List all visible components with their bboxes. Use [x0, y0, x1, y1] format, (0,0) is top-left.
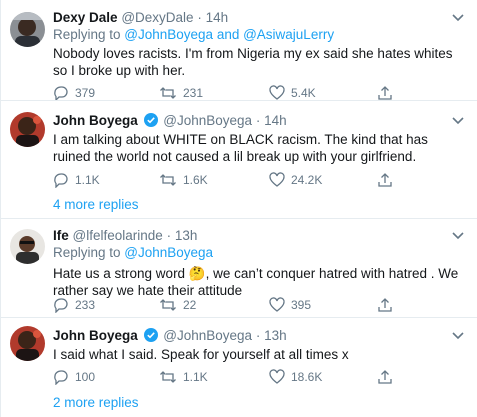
retweet-icon: [160, 371, 176, 383]
more-replies-link[interactable]: 4 more replies: [53, 197, 139, 212]
retweet-button[interactable]: 22: [159, 296, 196, 314]
share-button[interactable]: [377, 368, 399, 386]
retweet-count: 1.6K: [183, 173, 208, 187]
retweet-icon: [160, 87, 176, 99]
separator-dot: ·: [255, 328, 261, 343]
share-icon: [378, 173, 392, 187]
tweet-time[interactable]: 14h: [264, 113, 287, 128]
author-handle[interactable]: @JohnBoyega: [163, 328, 252, 343]
reply-count: 100: [75, 370, 96, 384]
tweet-john-boyega-1[interactable]: John Boyega @JohnBoyega · 14h I am talki…: [1, 101, 477, 191]
more-replies-link[interactable]: 2 more replies: [53, 395, 139, 410]
share-icon: [378, 298, 392, 312]
retweet-icon: [160, 174, 176, 186]
retweet-count: 231: [183, 86, 204, 100]
author-name[interactable]: Ife: [53, 228, 69, 243]
avatar[interactable]: [10, 229, 45, 264]
share-button[interactable]: [377, 171, 399, 189]
tweet-john-boyega-2[interactable]: John Boyega @JohnBoyega · 13h I said wha…: [1, 318, 477, 390]
verified-badge-icon: [143, 328, 158, 342]
replying-prefix: Replying to: [53, 27, 125, 42]
author-handle[interactable]: @DexyDale: [121, 10, 193, 25]
author-handle[interactable]: @JohnBoyega: [163, 113, 252, 128]
like-count: 5.4K: [291, 86, 316, 100]
tweet-text: I said what I said. Speak for yourself a…: [53, 347, 349, 362]
reply-icon: [54, 370, 68, 386]
tweet-actions: 1.1K 1.6K 24.2K: [53, 171, 413, 189]
tweet-dexy-dale[interactable]: Dexy Dale @DexyDale · 14h Replying to @J…: [1, 0, 477, 102]
author-name[interactable]: Dexy Dale: [53, 10, 118, 25]
avatar[interactable]: [10, 112, 45, 147]
share-icon: [378, 370, 392, 384]
share-button[interactable]: [377, 296, 399, 314]
replying-users-link[interactable]: @JohnBoyega: [124, 245, 213, 260]
retweet-count: 22: [183, 298, 197, 312]
tweet-text-part-1: Hate us a strong word: [53, 266, 186, 281]
tweet-actions: 100 1.1K 18.6K: [53, 368, 413, 386]
verified-badge-icon: [143, 113, 158, 127]
chevron-down-icon[interactable]: [452, 116, 464, 126]
separator-dot: ·: [255, 113, 261, 128]
replying-to: Replying to @JohnBoyega: [53, 245, 468, 261]
chevron-down-icon[interactable]: [452, 231, 464, 241]
reply-count: 233: [75, 298, 96, 312]
tweet-actions: 233 22 395: [53, 296, 413, 314]
tweet-time[interactable]: 13h: [264, 328, 287, 343]
retweet-icon: [160, 299, 176, 311]
like-count: 18.6K: [291, 370, 323, 384]
replying-users-link[interactable]: @JohnBoyega and @AsiwajuLerry: [124, 27, 334, 42]
like-count: 395: [291, 298, 312, 312]
like-button[interactable]: 18.6K: [269, 368, 322, 386]
reply-button[interactable]: 100: [53, 368, 95, 386]
reply-icon: [54, 86, 68, 102]
retweet-button[interactable]: 1.1K: [159, 368, 208, 386]
like-button[interactable]: 24.2K: [269, 171, 322, 189]
heart-icon: [269, 369, 285, 384]
retweet-button[interactable]: 1.6K: [159, 171, 208, 189]
like-count: 24.2K: [291, 173, 323, 187]
separator-dot: ·: [197, 10, 202, 25]
tweet-time[interactable]: 14h: [206, 10, 229, 25]
tweet-text: Nobody loves racists. I'm from Nigeria m…: [53, 46, 453, 78]
author-name[interactable]: John Boyega: [53, 328, 138, 343]
heart-icon: [269, 297, 285, 312]
author-name[interactable]: John Boyega: [53, 113, 138, 128]
tweet-time[interactable]: 13h: [175, 228, 198, 243]
like-button[interactable]: 395: [269, 296, 311, 314]
heart-icon: [269, 172, 285, 187]
chevron-down-icon[interactable]: [452, 13, 464, 23]
reply-button[interactable]: 233: [53, 296, 95, 314]
share-icon: [378, 86, 392, 100]
tweet-text: Hate us a strong word 🤔, we can’t conque…: [53, 265, 468, 299]
retweet-count: 1.1K: [183, 370, 208, 384]
avatar[interactable]: [10, 12, 45, 47]
thinking-face-emoji: 🤔: [188, 266, 206, 281]
tweet-text: I am talking about WHITE on BLACK racism…: [53, 132, 428, 164]
reply-count: 1.1K: [75, 173, 100, 187]
reply-button[interactable]: 1.1K: [53, 171, 100, 189]
twitter-thread: Dexy Dale @DexyDale · 14h Replying to @J…: [0, 0, 477, 417]
heart-icon: [269, 85, 285, 100]
author-handle[interactable]: @lfelfeolarinde: [73, 228, 163, 243]
tweet-ife[interactable]: Ife @lfelfeolarinde · 13h Replying to @J…: [1, 219, 477, 317]
avatar[interactable]: [10, 326, 45, 361]
reply-icon: [54, 173, 68, 189]
reply-count: 379: [75, 86, 96, 100]
reply-icon: [54, 298, 68, 314]
separator-dot: ·: [166, 228, 172, 243]
replying-to: Replying to @JohnBoyega and @AsiwajuLerr…: [53, 27, 468, 43]
replying-prefix: Replying to: [53, 245, 125, 260]
chevron-down-icon[interactable]: [452, 331, 464, 341]
